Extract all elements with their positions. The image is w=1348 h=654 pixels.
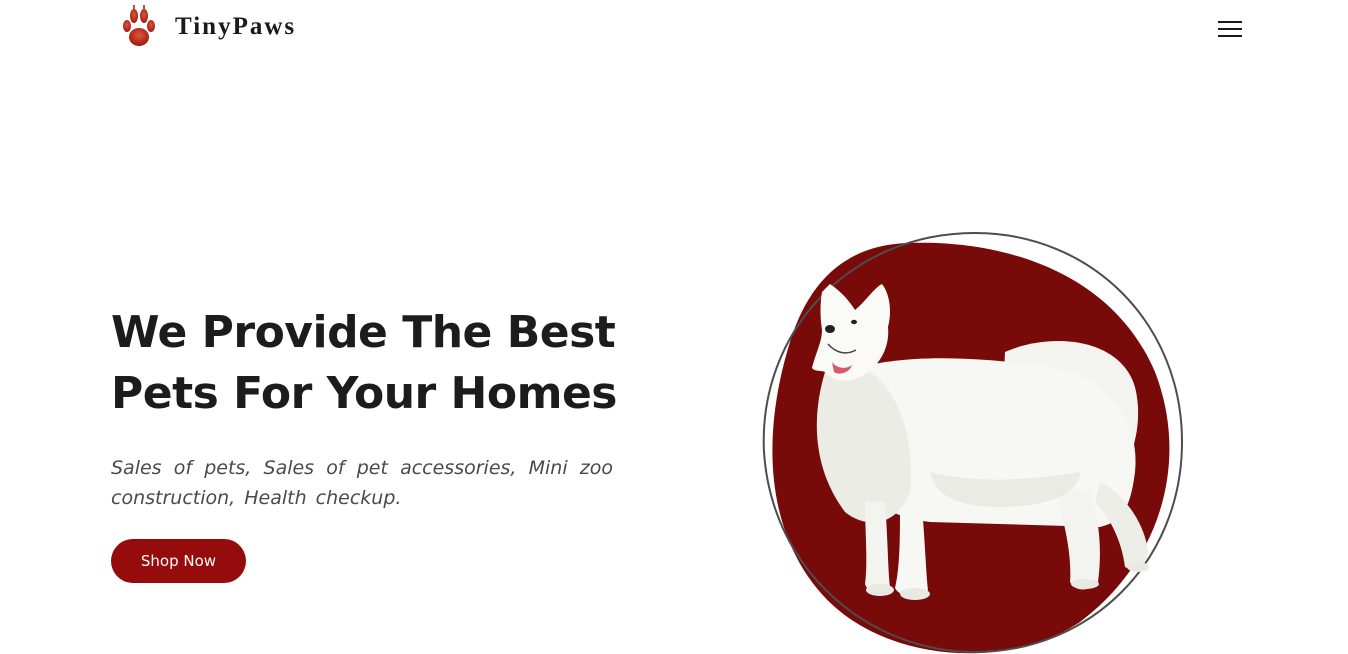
hero-title-line-2: Pets For Your Homes	[111, 368, 617, 419]
hero-subtitle: Sales of pets, Sales of pet accessories,…	[111, 457, 613, 509]
hamburger-line	[1218, 28, 1242, 30]
logo-link[interactable]: TinyPaws	[121, 4, 296, 50]
shop-now-button[interactable]: Shop Now	[111, 539, 246, 583]
hamburger-line	[1218, 21, 1242, 23]
hamburger-line	[1218, 35, 1242, 37]
hero-title-line-1: We Provide The Best	[111, 307, 616, 358]
hero-illustration	[762, 231, 1184, 654]
brand-name: TinyPaws	[175, 13, 297, 40]
hero-title: We Provide The Best Pets For Your Homes	[111, 302, 631, 424]
hamburger-menu-icon[interactable]	[1214, 18, 1244, 42]
navbar: TinyPaws	[0, 0, 1348, 56]
hero-image	[750, 222, 1200, 654]
paw-print-icon	[123, 5, 155, 46]
hero-text: We Provide The Best Pets For Your Homes …	[111, 302, 631, 513]
